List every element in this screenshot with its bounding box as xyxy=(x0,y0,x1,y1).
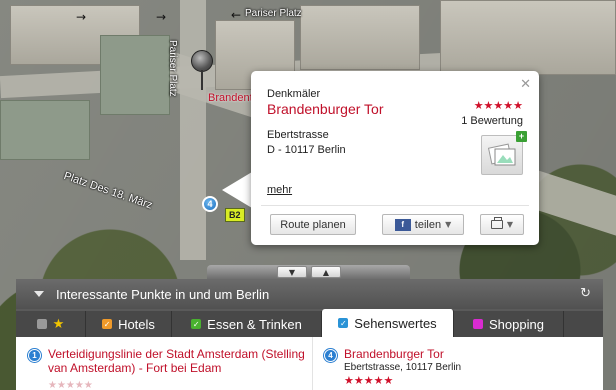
collapse-panel-button[interactable]: ▼ xyxy=(277,266,307,278)
results-list: 1 Verteidigungslinie der Stadt Amsterdam… xyxy=(16,337,603,390)
panel-title: Interessante Punkte in und um Berlin xyxy=(56,286,270,302)
checkbox-icon[interactable]: ✓ xyxy=(338,318,349,328)
divider xyxy=(312,337,313,390)
map-building xyxy=(300,5,420,70)
one-way-arrow-icon: → xyxy=(76,10,87,24)
tab-label: Shopping xyxy=(489,316,544,332)
print-button[interactable]: ▼ xyxy=(480,214,524,235)
tab-label: Essen & Trinken xyxy=(207,316,302,332)
map-building xyxy=(0,100,90,160)
one-way-arrow-icon: ← xyxy=(231,8,242,22)
map-building xyxy=(100,35,170,115)
tab-label: Sehenswertes xyxy=(354,315,437,331)
share-label: teilen xyxy=(414,218,442,231)
map-marker[interactable]: 4 xyxy=(202,196,218,212)
street-label: Pariser Platz xyxy=(245,8,302,19)
checkbox-icon[interactable]: ✓ xyxy=(102,319,113,329)
rating-count[interactable]: 1 Bewertung xyxy=(461,115,523,127)
refresh-icon[interactable]: ↻ xyxy=(580,286,591,301)
panel-header: Interessante Punkte in und um Berlin ↻ xyxy=(16,279,603,309)
tab-shopping[interactable]: Shopping xyxy=(454,311,564,337)
map-pin-icon[interactable] xyxy=(191,50,213,90)
result-number: 1 xyxy=(28,349,41,362)
result-address: Ebertstrasse, 10117 Berlin xyxy=(344,362,462,373)
tab-hotels[interactable]: ✓ Hotels xyxy=(86,311,172,337)
map-building xyxy=(440,0,616,75)
checkbox-icon[interactable] xyxy=(36,319,47,329)
info-popup: ✕ Denkmäler Brandenburger Tor ★★★★★ 1 Be… xyxy=(251,71,539,245)
map-road xyxy=(180,0,206,260)
printer-icon xyxy=(490,217,503,229)
one-way-arrow-icon: → xyxy=(156,10,167,24)
tab-label: Hotels xyxy=(118,316,155,332)
share-button[interactable]: f teilen ▼ xyxy=(382,214,464,235)
address-line1: Ebertstrasse xyxy=(267,129,329,141)
rating-stars: ★★★★★ xyxy=(48,380,93,390)
result-number: 4 xyxy=(324,349,337,362)
result-title[interactable]: Verteidigungslinie der Stadt Amsterdam (… xyxy=(48,347,308,375)
collapse-icon[interactable] xyxy=(34,291,44,297)
expand-panel-button[interactable]: ▲ xyxy=(311,266,341,278)
checkbox-icon[interactable]: ✓ xyxy=(191,319,202,329)
close-icon[interactable]: ✕ xyxy=(520,77,531,92)
route-plan-label: Route planen xyxy=(280,218,346,231)
more-link[interactable]: mehr xyxy=(267,184,292,196)
popup-category: Denkmäler xyxy=(267,88,321,100)
facebook-icon: f xyxy=(394,218,411,231)
chevron-down-icon: ▼ xyxy=(506,220,514,229)
checkbox-icon[interactable] xyxy=(473,319,484,329)
address-line2: D - 10117 Berlin xyxy=(267,144,346,156)
tab-all[interactable]: ★ xyxy=(16,311,86,337)
rating-stars: ★★★★★ xyxy=(473,99,523,112)
panel-toggle-handle: ▼ ▲ xyxy=(207,265,410,279)
result-title[interactable]: Brandenburger Tor xyxy=(344,347,444,361)
poi-label: Brandent xyxy=(208,92,253,104)
divider xyxy=(261,205,529,206)
category-tabs: ★ ✓ Hotels ✓ Essen & Trinken ✓ Sehenswer… xyxy=(16,309,603,337)
star-icon: ★ xyxy=(52,316,65,332)
tab-sehenswertes[interactable]: ✓ Sehenswertes xyxy=(322,309,454,337)
popup-tail xyxy=(222,172,252,208)
route-plan-button[interactable]: Route planen xyxy=(270,214,356,235)
road-badge: B2 xyxy=(225,208,245,222)
chevron-down-icon: ▼ xyxy=(445,220,452,229)
plus-icon: + xyxy=(516,131,527,142)
tab-essen-trinken[interactable]: ✓ Essen & Trinken xyxy=(172,311,322,337)
street-label: Pariser Platz xyxy=(167,40,178,97)
add-photo-button[interactable]: + xyxy=(481,131,527,175)
popup-title[interactable]: Brandenburger Tor xyxy=(267,101,383,117)
street-label: Platz Des 18. März xyxy=(62,170,154,212)
rating-stars: ★★★★★ xyxy=(344,374,394,387)
poi-panel: Interessante Punkte in und um Berlin ↻ ★… xyxy=(16,279,603,390)
